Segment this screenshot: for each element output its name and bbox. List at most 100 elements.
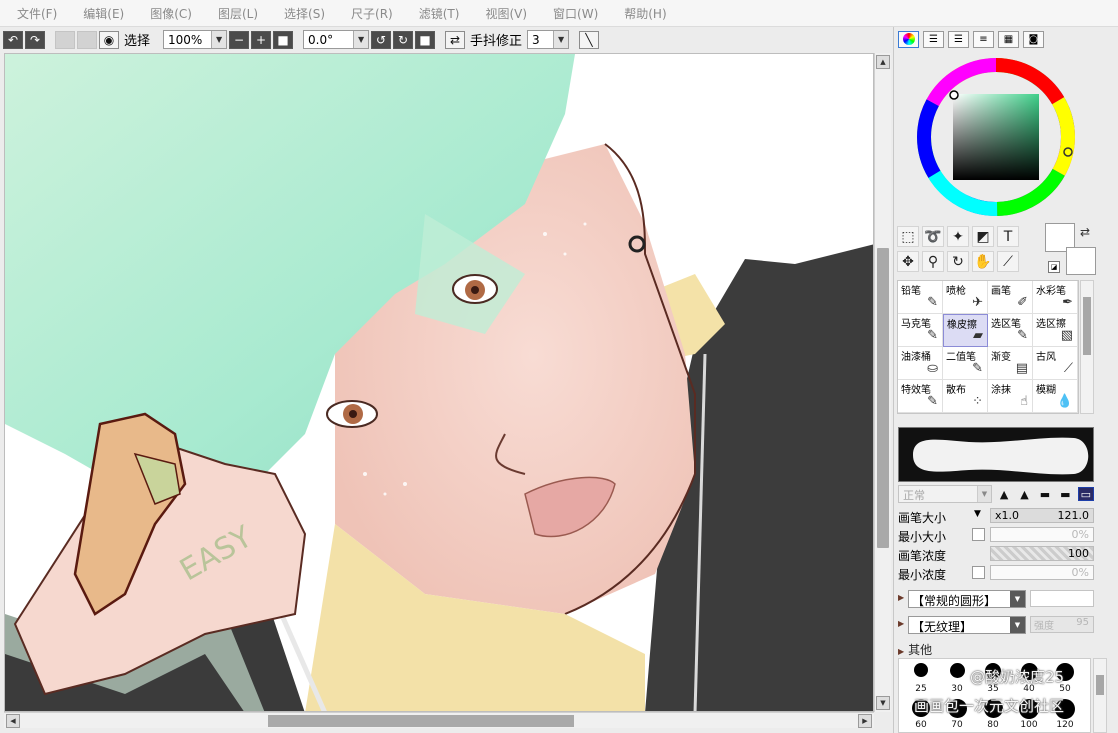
shape-tool[interactable]: ◩: [972, 226, 994, 247]
brush-item[interactable]: 古风 ⟋: [1033, 347, 1078, 380]
brush-size-slider[interactable]: x1.0 121.0: [990, 508, 1094, 523]
scroll-left-icon[interactable]: ◀: [6, 714, 20, 728]
scroll-down-icon[interactable]: ▼: [876, 696, 890, 710]
zoom-select[interactable]: 100% ▼: [163, 30, 228, 49]
hard-edge-shape-button[interactable]: ▲: [996, 487, 1012, 501]
rect-edge-shape-button[interactable]: ▭: [1077, 487, 1095, 501]
color-mix-tab[interactable]: ≡: [973, 30, 994, 48]
brush-item[interactable]: 喷枪 ✈: [943, 281, 988, 314]
canvas-horizontal-scrollbar[interactable]: ◀ ▶: [4, 712, 874, 728]
menu-help[interactable]: 帮助(H): [611, 5, 679, 22]
text-tool[interactable]: T: [997, 226, 1019, 247]
brush-item[interactable]: 水彩笔 ✒: [1033, 281, 1078, 314]
min-size-checkbox[interactable]: [972, 528, 985, 541]
brush-item[interactable]: 油漆桶 ⛀: [898, 347, 943, 380]
canvas-vertical-scrollbar[interactable]: ▲ ▼: [874, 53, 891, 712]
min-density-slider[interactable]: 0%: [990, 565, 1094, 580]
soft-edge-shape-button[interactable]: ▲: [1016, 487, 1032, 501]
brush-item[interactable]: 选区擦 ▧: [1033, 314, 1078, 347]
zoom-reset-button[interactable]: ■: [273, 30, 294, 49]
rotate-right-button[interactable]: ↻: [393, 30, 414, 49]
lasso-tool[interactable]: ➰: [922, 226, 944, 247]
brush-item[interactable]: 橡皮擦 ▰: [943, 314, 988, 347]
flip-horizontal-button[interactable]: ⇄: [445, 30, 466, 49]
square-edge-shape-button[interactable]: ▬: [1057, 487, 1073, 501]
menu-edit[interactable]: 编辑(E): [70, 5, 137, 22]
menu-layer[interactable]: 图层(L): [205, 5, 271, 22]
rgb-slider-tab[interactable]: ☰: [923, 30, 944, 48]
menu-file[interactable]: 文件(F): [4, 5, 70, 22]
chevron-down-icon[interactable]: ▼: [974, 509, 981, 519]
menu-image[interactable]: 图像(C): [137, 5, 205, 22]
move-tool[interactable]: ✥: [897, 251, 919, 272]
hand-tool[interactable]: ✋: [972, 251, 994, 272]
brush-texture-select[interactable]: 【无纹理】 ▼: [908, 616, 1026, 634]
stabilizer-select[interactable]: 3 ▼: [527, 30, 570, 49]
invert-selection-button[interactable]: [77, 30, 97, 49]
undo-icon: ↶: [7, 32, 19, 47]
brush-item[interactable]: 二值笔 ✎: [943, 347, 988, 380]
background-color-swatch[interactable]: [1066, 247, 1096, 275]
swap-colors-icon[interactable]: ⇄: [1080, 225, 1090, 239]
deselect-button[interactable]: [55, 30, 75, 49]
rotate-left-button[interactable]: ↺: [371, 30, 392, 49]
expand-arrow-icon[interactable]: ▶: [898, 593, 904, 602]
reset-colors-icon[interactable]: ◪: [1048, 261, 1060, 273]
zoom-in-button[interactable]: +: [251, 30, 272, 49]
color-wheel[interactable]: [894, 51, 1114, 221]
hsv-slider-tab[interactable]: ☰: [948, 30, 969, 48]
horizontal-scroll-thumb[interactable]: [268, 715, 574, 727]
brush-item[interactable]: 马克笔 ✎: [898, 314, 943, 347]
blend-mode-select[interactable]: 正常 ▼: [898, 485, 992, 503]
menu-select[interactable]: 选择(S): [271, 5, 338, 22]
brush-item[interactable]: 涂抹 ☝: [988, 380, 1033, 413]
menu-filter[interactable]: 滤镜(T): [406, 5, 473, 22]
scratchpad-tab[interactable]: ◙: [1023, 30, 1044, 48]
zoom-out-button[interactable]: −: [229, 30, 250, 49]
rotation-select[interactable]: 0.0° ▼: [303, 30, 370, 49]
texture-strength-field[interactable]: 强度 95: [1030, 616, 1094, 633]
minus-icon: −: [233, 32, 245, 47]
chevron-down-icon: ▼: [976, 486, 991, 502]
size-presets-scroll-thumb[interactable]: [1096, 675, 1104, 695]
brush-grid-scrollbar[interactable]: [1080, 280, 1094, 414]
redo-button[interactable]: ↷: [25, 30, 45, 49]
other-section-header[interactable]: ▶ 其他: [898, 641, 932, 658]
min-size-slider[interactable]: 0%: [990, 527, 1094, 542]
rect-select-tool[interactable]: ⬚: [897, 226, 919, 247]
color-wheel-tab[interactable]: [898, 30, 919, 48]
menu-window[interactable]: 窗口(W): [540, 5, 611, 22]
brush-shape-select[interactable]: 【常规的圆形】 ▼: [908, 590, 1026, 608]
undo-button[interactable]: ↶: [3, 30, 23, 49]
brush-item[interactable]: 画笔 ✐: [988, 281, 1033, 314]
brush-item[interactable]: 铅笔 ✎: [898, 281, 943, 314]
size-preset[interactable]: 25: [903, 659, 939, 695]
eyedropper-tool[interactable]: ⟋: [997, 251, 1019, 272]
zoom-tool[interactable]: ⚲: [922, 251, 944, 272]
magic-wand-tool[interactable]: ✦: [947, 226, 969, 247]
swatches-tab[interactable]: ▦: [998, 30, 1019, 48]
brush-item[interactable]: 特效笔 ✎: [898, 380, 943, 413]
size-presets-scrollbar[interactable]: [1093, 658, 1107, 733]
brush-grid-scroll-thumb[interactable]: [1083, 297, 1091, 355]
flat-edge-shape-button[interactable]: ▬: [1037, 487, 1053, 501]
brush-item[interactable]: 模糊 💧: [1033, 380, 1078, 413]
menu-view[interactable]: 视图(V): [472, 5, 540, 22]
scroll-right-icon[interactable]: ▶: [858, 714, 872, 728]
brush-item[interactable]: 渐变 ▤: [988, 347, 1033, 380]
view-selection-button[interactable]: ◉: [99, 30, 119, 49]
brush-item[interactable]: 散布 ⁘: [943, 380, 988, 413]
drawing-canvas[interactable]: EASY: [4, 53, 874, 712]
vertical-scroll-thumb[interactable]: [877, 248, 889, 548]
rotation-reset-button[interactable]: ■: [415, 30, 436, 49]
rotate-tool[interactable]: ↻: [947, 251, 969, 272]
brush-item[interactable]: 选区笔 ✎: [988, 314, 1033, 347]
hand-icon: ✋: [974, 253, 992, 270]
min-density-checkbox[interactable]: [972, 566, 985, 579]
straight-line-button[interactable]: ╲: [579, 30, 600, 49]
brush-shape-strength[interactable]: [1030, 590, 1094, 607]
density-slider[interactable]: 100: [990, 546, 1094, 561]
menu-ruler[interactable]: 尺子(R): [338, 5, 406, 22]
expand-arrow-icon[interactable]: ▶: [898, 619, 904, 628]
scroll-up-icon[interactable]: ▲: [876, 55, 890, 69]
